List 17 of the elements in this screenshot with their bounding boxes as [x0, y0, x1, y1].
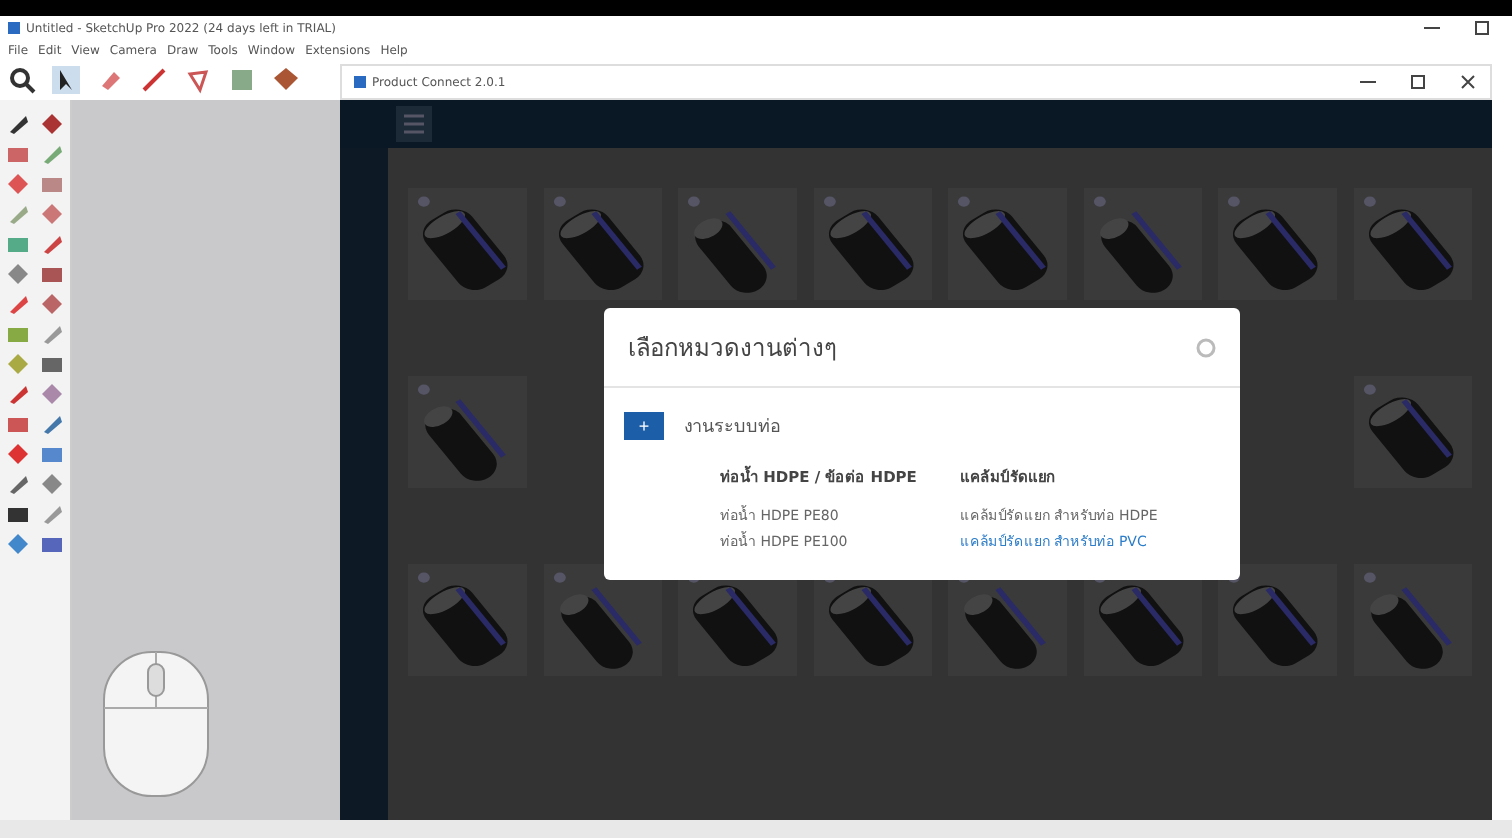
tool-icon[interactable] [5, 112, 30, 136]
square-icon[interactable] [228, 66, 256, 94]
app-icon [8, 22, 20, 34]
search-icon[interactable] [8, 66, 36, 94]
tool-icon[interactable] [40, 352, 65, 376]
expand-button[interactable]: + [624, 412, 664, 440]
pointer-icon[interactable] [52, 66, 80, 94]
tool-icon[interactable] [5, 502, 30, 526]
tool-icon[interactable] [40, 112, 65, 136]
menu-icon[interactable] [396, 106, 432, 142]
eraser-icon[interactable] [96, 66, 124, 94]
app-icon [354, 76, 366, 88]
tool-icon[interactable] [5, 472, 30, 496]
dialog-title: เลือกหมวดงานต่างๆ [628, 332, 836, 366]
pencil-icon[interactable] [140, 66, 168, 94]
shape-icon[interactable] [184, 66, 212, 94]
category-label: งานระบบท่อ [684, 416, 780, 440]
